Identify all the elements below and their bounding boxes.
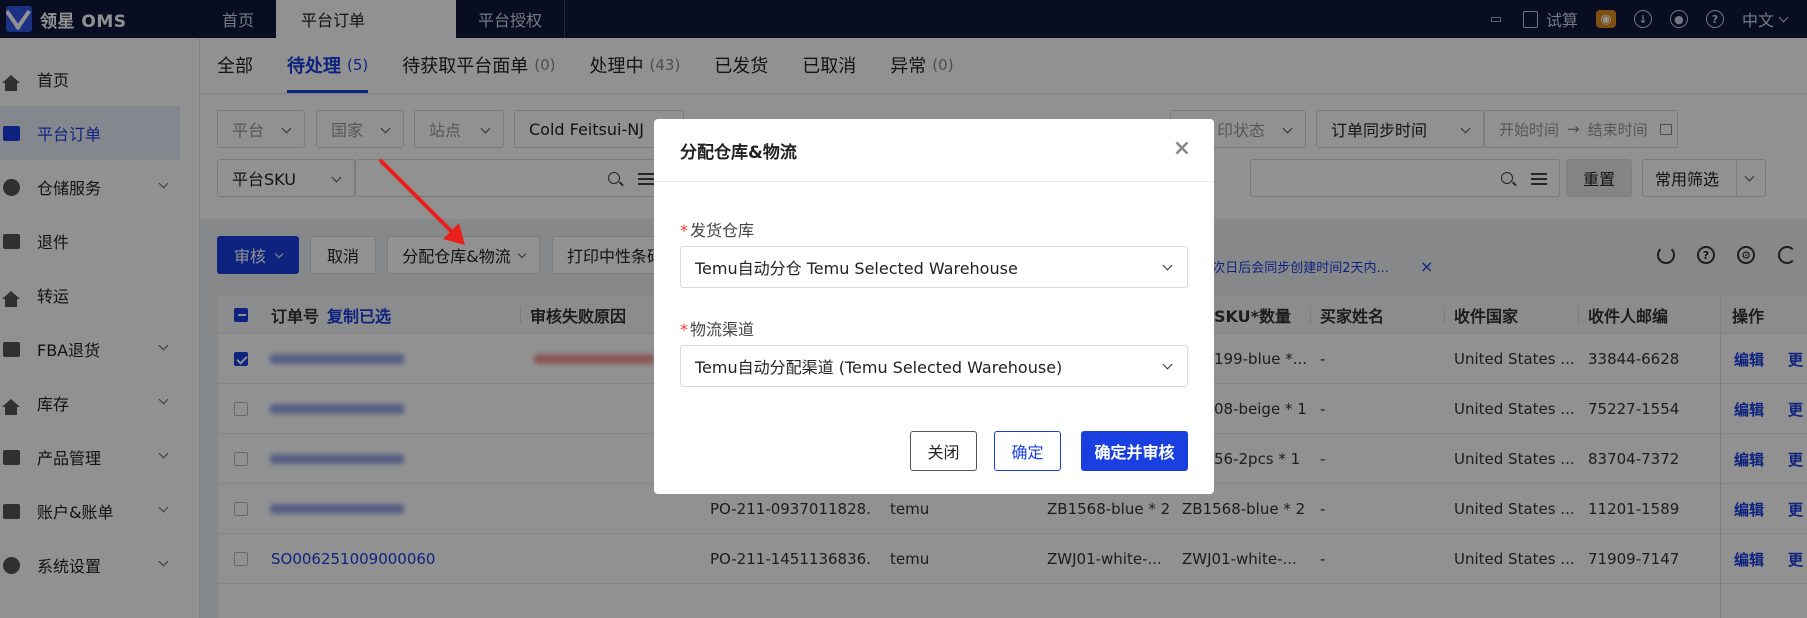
annotation-arrow bbox=[379, 159, 465, 245]
shipping-warehouse-select[interactable]: Temu自动分仓 Temu Selected Warehouse bbox=[680, 246, 1188, 288]
logistics-channel-select[interactable]: Temu自动分配渠道 (Temu Selected Warehouse) bbox=[680, 345, 1188, 387]
chevron-down-icon bbox=[1162, 359, 1173, 370]
chevron-down-icon bbox=[1162, 260, 1173, 271]
label-text: 发货仓库 bbox=[690, 221, 755, 240]
required-mark: * bbox=[680, 320, 688, 339]
confirm-button[interactable]: 确定 bbox=[994, 431, 1061, 471]
select-value: Temu自动分仓 Temu Selected Warehouse bbox=[695, 259, 1018, 278]
label-text: 物流渠道 bbox=[690, 320, 755, 339]
warehouse-field-label: * 发货仓库 bbox=[680, 217, 754, 241]
required-mark: * bbox=[680, 221, 688, 240]
close-button[interactable]: 关闭 bbox=[910, 431, 977, 471]
channel-field-label: * 物流渠道 bbox=[680, 316, 754, 340]
modal-header: 分配仓库&物流 × bbox=[654, 119, 1214, 182]
close-icon[interactable]: × bbox=[1172, 138, 1192, 160]
modal-title: 分配仓库&物流 bbox=[680, 142, 797, 163]
confirm-and-audit-button[interactable]: 确定并审核 bbox=[1081, 431, 1188, 471]
select-value: Temu自动分配渠道 (Temu Selected Warehouse) bbox=[695, 358, 1063, 377]
assign-warehouse-modal: 分配仓库&物流 × * 发货仓库 Temu自动分仓 Temu Selected W… bbox=[654, 119, 1214, 494]
